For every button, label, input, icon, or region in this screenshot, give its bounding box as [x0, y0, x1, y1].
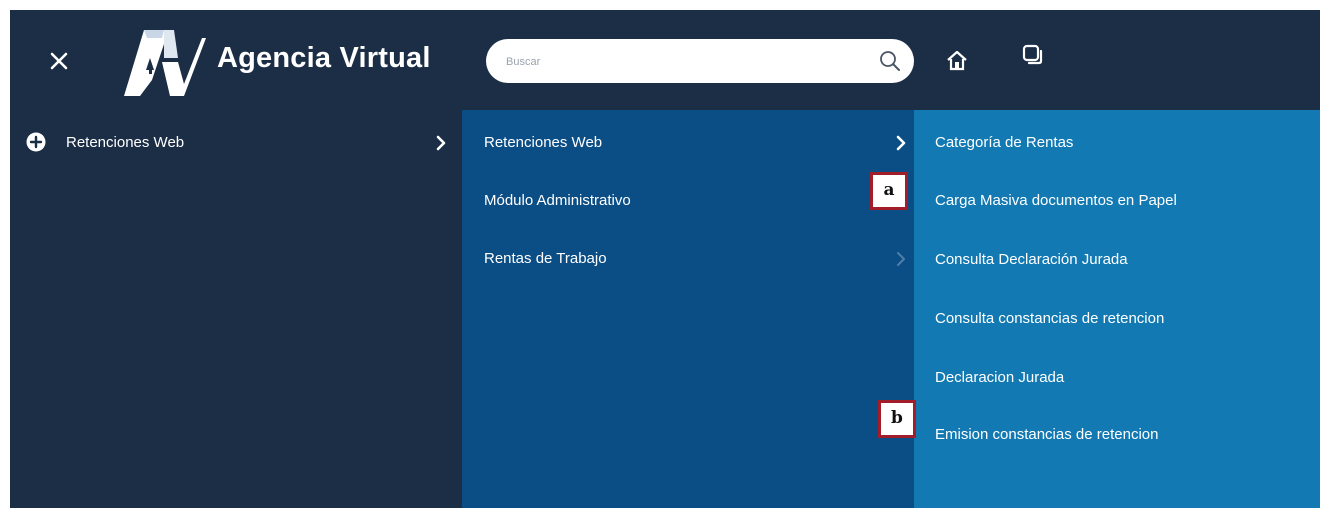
- submenu-item-label: Módulo Administrativo: [484, 192, 631, 209]
- submenu-item-label: Retenciones Web: [484, 134, 603, 151]
- submenu-item-label: Consulta Declaración Jurada: [935, 251, 1128, 268]
- submenu-item-modulo-administrativo[interactable]: Módulo Administrativo: [462, 184, 914, 218]
- close-icon: [50, 52, 68, 70]
- menu-level-3: Categoría de Rentas Carga Masiva documen…: [914, 110, 1320, 508]
- search-box: [486, 39, 914, 83]
- chevron-right-icon: [436, 135, 446, 151]
- submenu-item-label: Carga Masiva documentos en Papel: [935, 192, 1177, 209]
- windows-icon: [1022, 44, 1043, 65]
- menu-level-2: Retenciones Web Módulo Administrativo Re…: [462, 110, 914, 508]
- submenu-item-label: Emision constancias de retencion: [935, 426, 1159, 443]
- app-window: Agencia Virtual Buscar Retenciones Web R…: [10, 10, 1320, 508]
- menu-level-1: Retenciones Web: [10, 110, 462, 508]
- windows-button[interactable]: [1020, 42, 1046, 68]
- submenu-item-label: Declaracion Jurada: [935, 369, 1065, 386]
- search-icon[interactable]: [878, 49, 902, 73]
- submenu-item-consulta-declaracion-jurada[interactable]: Consulta Declaración Jurada: [914, 243, 1320, 277]
- menu-item-label: Retenciones Web: [66, 134, 185, 151]
- close-button[interactable]: [46, 48, 72, 74]
- submenu-item-emision-constancias[interactable]: Emision constancias de retencion: [914, 418, 1320, 452]
- chevron-right-icon: [896, 135, 906, 151]
- search-input[interactable]: [504, 51, 868, 73]
- menu-item-retenciones-web[interactable]: Retenciones Web: [10, 126, 462, 160]
- submenu-item-carga-masiva[interactable]: Carga Masiva documentos en Papel: [914, 184, 1320, 218]
- submenu-item-categoria-de-rentas[interactable]: Categoría de Rentas: [914, 126, 1320, 160]
- annotation-marker-b: b: [878, 400, 916, 438]
- submenu-item-label: Consulta constancias de retencion: [935, 310, 1165, 327]
- home-icon: [947, 50, 967, 71]
- chevron-right-icon: [897, 252, 905, 266]
- logo-av-icon[interactable]: [122, 24, 206, 96]
- submenu-item-retenciones-web[interactable]: Retenciones Web: [462, 126, 914, 160]
- plus-circle-icon: [26, 132, 46, 152]
- home-button[interactable]: [944, 48, 970, 74]
- submenu-item-declaracion-jurada[interactable]: Declaracion Jurada: [914, 361, 1320, 395]
- submenu-item-rentas-de-trabajo[interactable]: Rentas de Trabajo: [462, 242, 914, 276]
- annotation-marker-a: a: [870, 172, 908, 210]
- submenu-item-label: Categoría de Rentas: [935, 134, 1074, 151]
- submenu-item-consulta-constancias[interactable]: Consulta constancias de retencion: [914, 302, 1320, 336]
- brand-title: Agencia Virtual: [217, 42, 431, 74]
- submenu-item-label: Rentas de Trabajo: [484, 250, 607, 267]
- top-bar: Agencia Virtual: [10, 10, 1320, 110]
